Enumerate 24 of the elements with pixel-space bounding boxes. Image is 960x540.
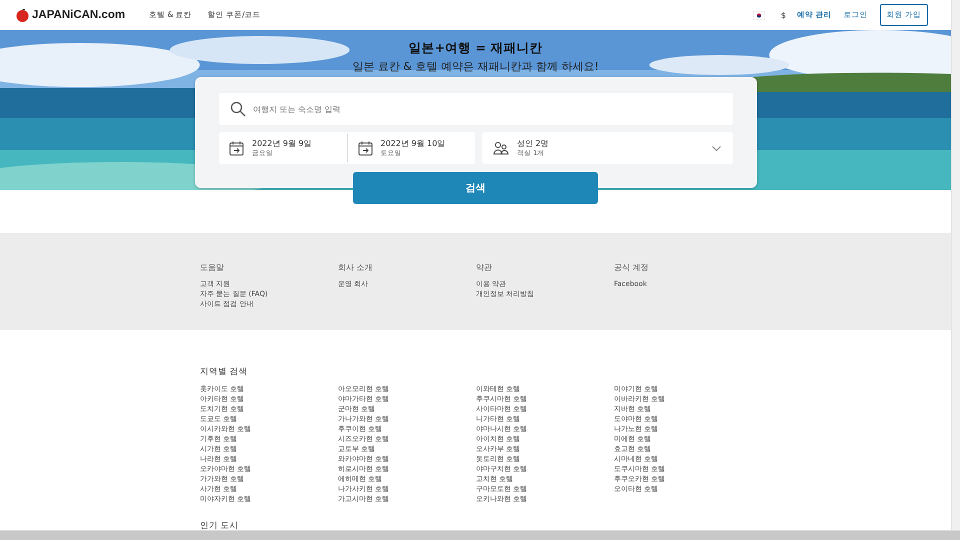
- hero-subtitle: 일본 료칸 & 호텔 예약은 재패니칸과 함께 하세요!: [352, 59, 599, 74]
- search-icon: [230, 101, 246, 117]
- vertical-scrollbar[interactable]: [951, 0, 960, 530]
- currency-link[interactable]: $: [780, 10, 786, 20]
- footer-heading: 도움말: [200, 262, 225, 273]
- section-heading: 인기 도시: [200, 520, 240, 530]
- destination-field[interactable]: 여행지 또는 숙소명 입력: [219, 93, 733, 125]
- date-text: 2022년 9월 10일: [380, 138, 446, 149]
- calendar-icon: [358, 140, 372, 156]
- people-icon: [493, 141, 509, 155]
- footer-heading: 약관: [476, 262, 493, 273]
- adults-text: 성인 2명: [517, 138, 549, 149]
- footer-heading: 공식 계정: [614, 262, 650, 273]
- hero-title: 일본+여행 = 재패니칸: [408, 40, 542, 57]
- calendar-icon: [229, 140, 244, 156]
- horizontal-scrollbar[interactable]: [0, 530, 960, 540]
- footer-heading: 회사 소개: [338, 262, 374, 273]
- date-text: 2022년 9월 9일: [252, 138, 312, 149]
- section-heading: 지역별 검색: [200, 366, 249, 378]
- search-button[interactable]: 검색: [353, 172, 598, 204]
- flag-icon[interactable]: [752, 10, 765, 20]
- logo[interactable]: JAPANiCAN.com: [32, 9, 126, 21]
- chevron-down-icon: [712, 146, 721, 150]
- logo-icon: [16, 8, 29, 22]
